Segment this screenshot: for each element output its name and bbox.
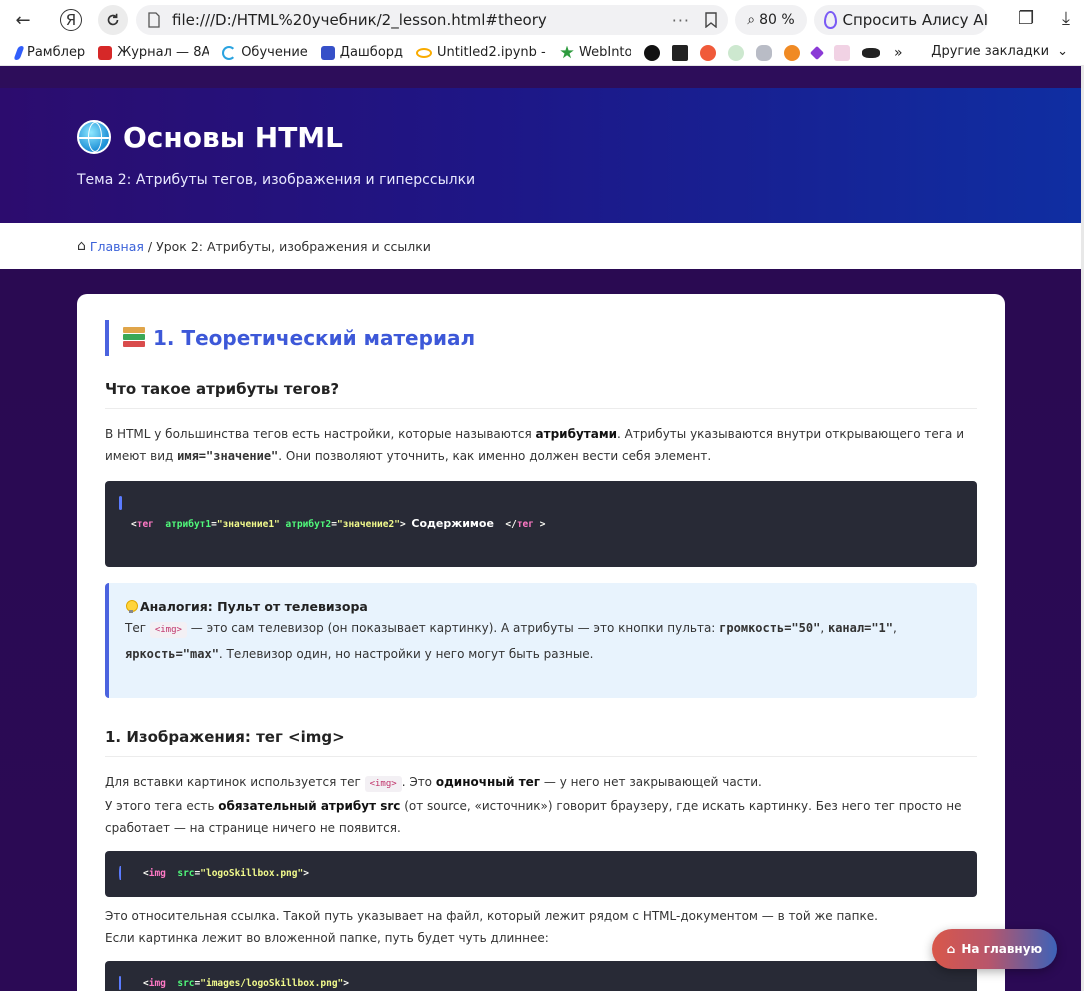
go-home-button[interactable]: ⌂ На главную	[932, 929, 1057, 969]
zoom-level: 80 %	[759, 12, 795, 28]
code-block-attributes: <тег атрибут1="значение1" атрибут2="знач…	[105, 481, 977, 567]
theory-card: 1. Теоретический материал Что такое атри…	[77, 294, 1005, 991]
top-strip	[0, 66, 1081, 88]
bookmark-journal[interactable]: Журнал — 8А — Э	[98, 45, 209, 60]
bookmark-colab[interactable]: Untitled2.ipynb - C	[416, 45, 547, 60]
page-title: Основы HTML	[77, 120, 1081, 154]
cloud-icon[interactable]	[756, 44, 773, 61]
gma-icon[interactable]	[784, 44, 801, 61]
more-icon[interactable]: ···	[672, 11, 690, 30]
paragraph-img-tag: Для вставки картинок используется тег <i…	[105, 775, 962, 835]
bookmark-learning[interactable]: Обучение	[222, 45, 308, 60]
github-icon[interactable]	[644, 44, 661, 61]
page-subtitle: Тема 2: Атрибуты тегов, изображения и ги…	[77, 172, 476, 188]
subheading-attributes: Что такое атрибуты тегов?	[105, 380, 977, 409]
alice-label: Спросить Алису AI	[842, 11, 989, 29]
analogy-text: Тег <img> — это сам телевизор (он показы…	[125, 621, 897, 661]
code-line: <img src="images/logoSkillbox.png">	[143, 978, 349, 989]
collections-icon[interactable]: ❐	[1018, 8, 1034, 29]
code-accent-bar	[119, 976, 121, 990]
alice-icon	[824, 11, 837, 29]
alice-button[interactable]: Спросить Алису AI	[814, 5, 988, 35]
infinity-icon[interactable]	[862, 47, 881, 58]
code-line: <тег атрибут1="значение1" атрибут2="знач…	[131, 517, 546, 530]
address-bar[interactable]: file:///D:/HTML%20учебник/2_lesson.html#…	[136, 5, 728, 35]
zoom-button[interactable]: ⌕ 80 %	[735, 5, 807, 35]
colab-icon	[416, 47, 433, 58]
page-header: Основы HTML Тема 2: Атрибуты тегов, изоб…	[0, 88, 1081, 223]
code-accent-bar	[119, 866, 121, 880]
rambler-icon	[13, 45, 25, 60]
bookmark-dashboard[interactable]: Дашборд	[320, 45, 403, 60]
content-background: 1. Теоретический материал Что такое атри…	[0, 269, 1081, 991]
red-circle-icon[interactable]	[700, 44, 717, 61]
browser-toolbar: ← Я file:///D:/HTML%20учебник/2_lesson.h…	[0, 0, 1084, 40]
home-icon: ⌂	[946, 942, 956, 956]
books-icon	[123, 327, 145, 349]
chevron-down-icon: ⌄	[1057, 44, 1068, 59]
inline-code: <img>	[149, 622, 187, 638]
code-line: <img src="logoSkillbox.png">	[143, 868, 309, 879]
downloads-icon[interactable]: ⤓	[1062, 8, 1070, 29]
bookmark-webinto[interactable]: WebInto	[560, 45, 631, 60]
url-text[interactable]: file:///D:/HTML%20учебник/2_lesson.html#…	[172, 11, 672, 29]
page-viewport: Основы HTML Тема 2: Атрибуты тегов, изоб…	[0, 66, 1081, 991]
page-icon	[148, 12, 160, 28]
subheading-images: 1. Изображения: тег <img>	[105, 728, 977, 757]
bookmark-icon[interactable]	[704, 12, 718, 28]
yandex-icon[interactable]: Я	[60, 9, 82, 31]
paragraph-relative-path: Это относительная ссылка. Такой путь ука…	[105, 909, 878, 945]
dots-icon[interactable]	[834, 44, 851, 61]
lightbulb-icon	[125, 599, 138, 614]
other-bookmarks[interactable]: Другие закладки ⌄	[931, 44, 1068, 59]
star-icon	[560, 45, 574, 59]
inline-code: <img>	[364, 776, 402, 792]
reload-icon[interactable]	[98, 5, 128, 35]
analogy-callout: Аналогия: Пульт от телевизора Тег <img> …	[105, 583, 977, 698]
code-block-img-folder: <img src="images/logoSkillbox.png">	[105, 961, 977, 991]
globe-icon	[77, 120, 111, 154]
more-bookmarks[interactable]: »	[894, 45, 903, 61]
paragraph-attributes: В HTML у большинства тегов есть настройк…	[105, 427, 965, 463]
learning-icon	[222, 45, 237, 60]
dashboard-icon	[320, 45, 335, 60]
breadcrumb: ⌂ Главная / Урок 2: Атрибуты, изображени…	[0, 223, 1081, 269]
code-accent-bar	[119, 496, 122, 510]
figure-icon[interactable]	[728, 44, 745, 61]
zoom-icon: ⌕	[747, 12, 756, 28]
code-block-img: <img src="logoSkillbox.png">	[105, 851, 977, 897]
breadcrumb-separator: /	[147, 238, 153, 254]
breadcrumb-current: Урок 2: Атрибуты, изображения и ссылки	[156, 238, 431, 254]
bookmark-rambler[interactable]: Рамблер	[13, 45, 85, 60]
back-icon[interactable]: ←	[8, 5, 38, 35]
bookmarks-bar: Рамблер Журнал — 8А — Э Обучение Дашборд…	[0, 40, 1084, 66]
journal-icon	[98, 45, 113, 60]
section-title: 1. Теоретический материал	[105, 320, 977, 356]
breadcrumb-home-link[interactable]: Главная	[90, 239, 144, 254]
zotero-icon[interactable]	[672, 44, 689, 61]
arrow-icon[interactable]	[809, 45, 825, 60]
analogy-title: Аналогия: Пульт от телевизора	[125, 599, 977, 614]
home-icon: ⌂	[77, 238, 86, 254]
